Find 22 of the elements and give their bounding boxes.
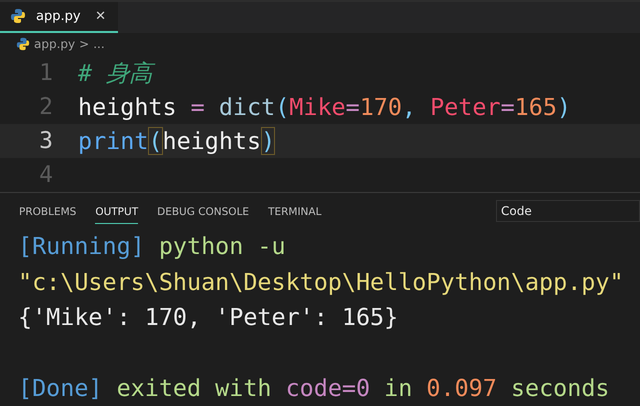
python-logo-icon bbox=[16, 36, 30, 51]
line-number: 3 bbox=[38, 128, 54, 154]
panel-tab[interactable]: DEBUG CONSOLE bbox=[157, 197, 250, 224]
line-number: 2 bbox=[38, 94, 54, 120]
code-text: heights = dict(Mike=170, Peter=165) bbox=[78, 92, 571, 120]
line-number: 1 bbox=[38, 60, 54, 86]
breadcrumb-separator: > bbox=[79, 36, 90, 51]
output-text: {'Mike': 170, 'Peter': 165} bbox=[18, 303, 398, 332]
breadcrumb-item[interactable]: app.py bbox=[34, 36, 76, 51]
output-text: [Done] exited with code=0 in 0.097 seconds bbox=[18, 374, 610, 402]
output-text: "c:\Users\Shuan\Desktop\HelloPython\app.py" bbox=[18, 268, 624, 296]
python-logo-icon bbox=[10, 8, 26, 24]
close-icon[interactable]: ✕ bbox=[95, 8, 106, 24]
output-text: [Running] python -u bbox=[18, 232, 286, 260]
output-channel-dropdown[interactable]: Code bbox=[496, 200, 640, 222]
panel-tab[interactable]: PROBLEMS bbox=[19, 197, 76, 224]
breadcrumb-item[interactable]: ... bbox=[93, 36, 105, 51]
code-text: print(heights) bbox=[78, 126, 276, 154]
panel-tab[interactable]: TERMINAL bbox=[268, 197, 322, 224]
editor-tab[interactable]: app.py ✕ bbox=[0, 2, 118, 33]
line-number: 4 bbox=[38, 162, 54, 188]
panel-tab[interactable]: OUTPUT bbox=[95, 197, 138, 224]
